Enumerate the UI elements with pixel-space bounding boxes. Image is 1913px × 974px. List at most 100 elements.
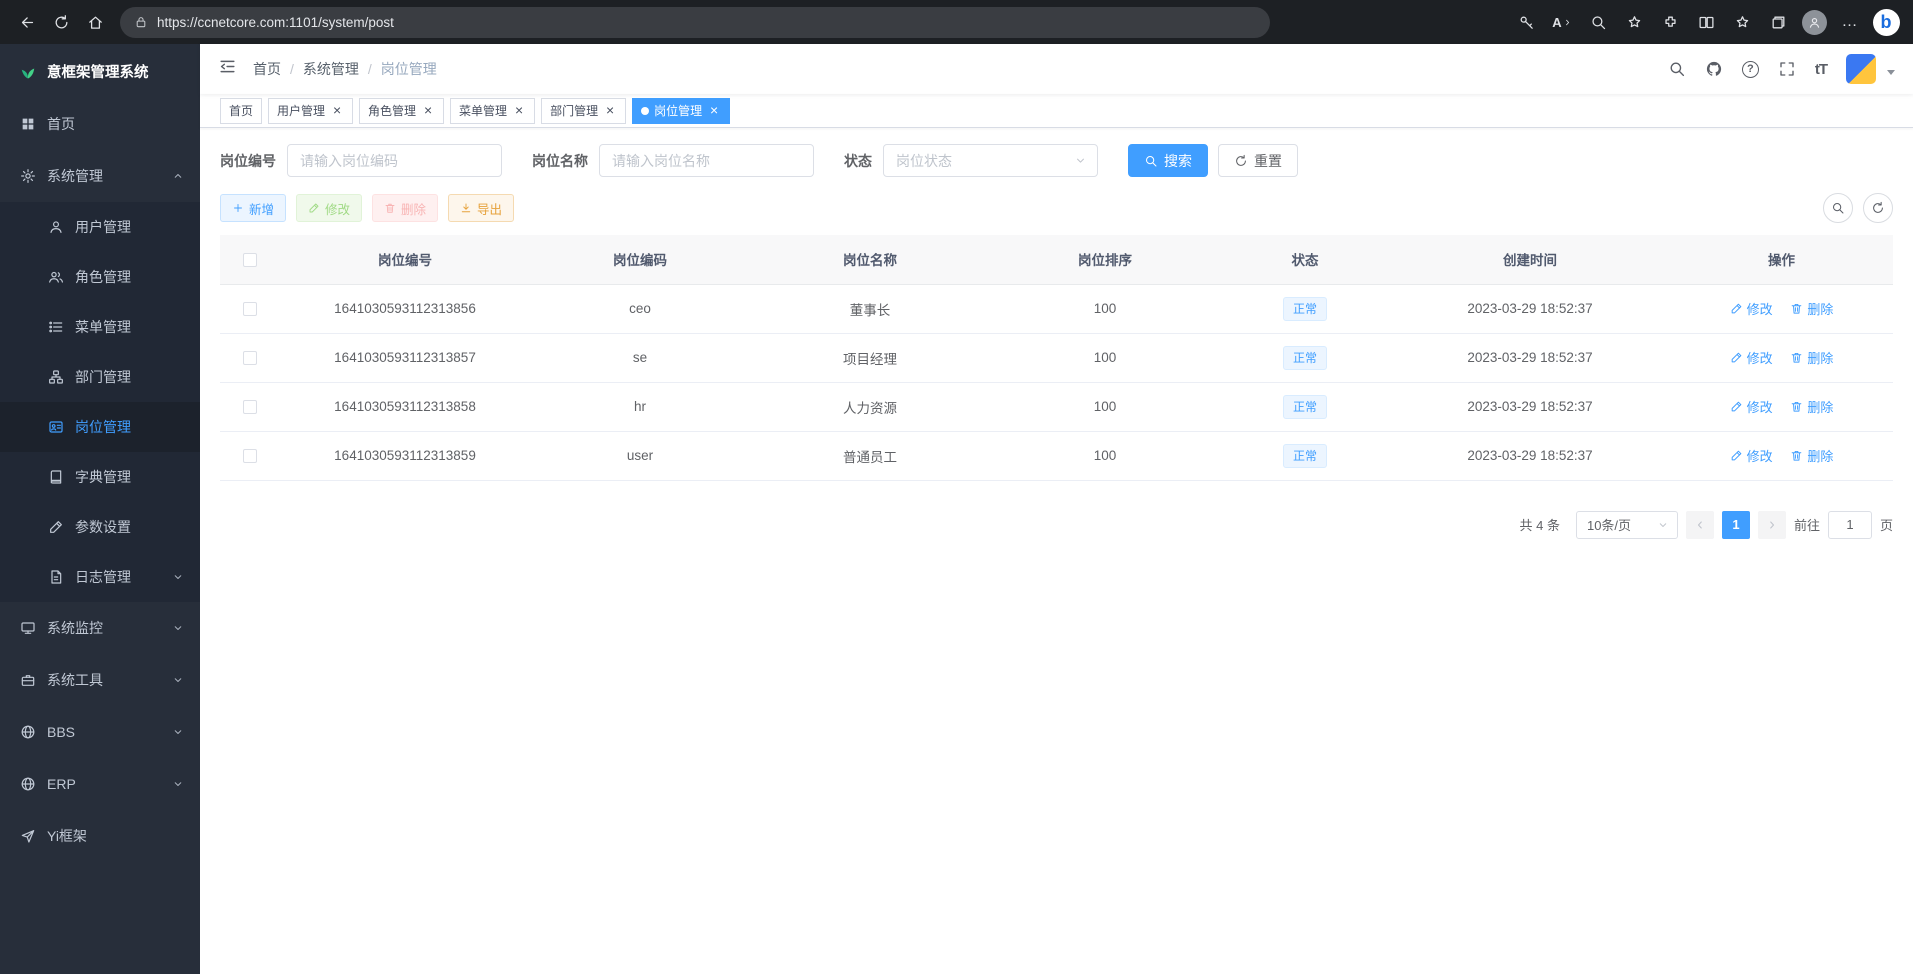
show-search-toggle-button[interactable] [1823,193,1853,223]
row-edit-button[interactable]: 修改 [1730,299,1773,318]
plus-icon [232,202,244,214]
sidebar-item-erp[interactable]: ERP [0,758,200,810]
tab-post-mgmt[interactable]: 岗位管理 × [632,98,730,124]
sidebar-item-menu-mgmt[interactable]: 菜单管理 [0,302,200,352]
reset-button[interactable]: 重置 [1218,144,1298,177]
chevron-left-icon [1694,519,1706,531]
status-badge: 正常 [1283,346,1327,370]
goto-unit-label: 页 [1880,515,1893,534]
sidebar-item-dict-mgmt[interactable]: 字典管理 [0,452,200,502]
browser-home-button[interactable] [78,6,112,38]
globe-icon [20,724,36,740]
sidebar-item-role-mgmt[interactable]: 角色管理 [0,252,200,302]
actions-cell: 修改 删除 [1670,431,1893,480]
close-icon[interactable]: × [512,104,526,118]
row-edit-button[interactable]: 修改 [1730,446,1773,465]
goto-page-input[interactable] [1828,511,1872,539]
close-icon[interactable]: × [603,104,617,118]
sidebar-item-yi-framework[interactable]: Yi框架 [0,810,200,862]
tab-menu-mgmt[interactable]: 菜单管理 × [450,98,535,124]
app-logo[interactable]: 意框架管理系统 [0,44,200,98]
password-manager-button[interactable] [1509,6,1543,38]
back-button[interactable] [10,6,44,38]
select-all-checkbox[interactable] [243,253,257,267]
page-size-select[interactable]: 10条/页 [1576,511,1678,539]
tab-role-mgmt[interactable]: 角色管理 × [359,98,444,124]
edit-button[interactable]: 修改 [296,194,362,222]
split-screen-button[interactable] [1689,6,1723,38]
sidebar-fold-button[interactable] [218,57,237,81]
row-checkbox[interactable] [243,449,257,463]
close-icon[interactable]: × [707,104,721,118]
header-search-button[interactable] [1668,60,1686,78]
row-delete-button[interactable]: 删除 [1790,446,1833,465]
post-code-input[interactable] [287,144,502,177]
add-favorite-button[interactable] [1617,6,1651,38]
zoom-button[interactable] [1581,6,1615,38]
select-all-header [220,235,280,284]
row-edit-button[interactable]: 修改 [1730,348,1773,367]
browser-profile-button[interactable] [1797,6,1831,38]
sidebar-item-dept-mgmt[interactable]: 部门管理 [0,352,200,402]
row-checkbox[interactable] [243,302,257,316]
sidebar-item-monitor[interactable]: 系统监控 [0,602,200,654]
refresh-table-button[interactable] [1863,193,1893,223]
row-edit-button[interactable]: 修改 [1730,397,1773,416]
tab-dept-mgmt[interactable]: 部门管理 × [541,98,626,124]
tab-user-mgmt[interactable]: 用户管理 × [268,98,353,124]
breadcrumb-separator: / [290,61,294,77]
sidebar-item-home[interactable]: 首页 [0,98,200,150]
row-delete-button[interactable]: 删除 [1790,299,1833,318]
help-button[interactable]: ? [1742,61,1759,78]
sidebar-item-log-mgmt[interactable]: 日志管理 [0,552,200,602]
sidebar-item-post-mgmt[interactable]: 岗位管理 [0,402,200,452]
export-button[interactable]: 导出 [448,194,514,222]
next-page-button[interactable] [1758,511,1786,539]
post-code-cell: se [530,333,750,382]
delete-button[interactable]: 删除 [372,194,438,222]
sidebar-item-erp-label: ERP [47,776,76,792]
sidebar-item-tools[interactable]: 系统工具 [0,654,200,706]
close-icon[interactable]: × [330,104,344,118]
sidebar-item-bbs[interactable]: BBS [0,706,200,758]
user-avatar-button[interactable] [1846,54,1876,84]
row-checkbox[interactable] [243,400,257,414]
sidebar-item-monitor-label: 系统监控 [47,618,103,638]
github-link[interactable] [1705,60,1723,78]
site-info-lock-icon[interactable] [134,15,148,29]
page-number-button[interactable]: 1 [1722,511,1750,539]
browser-menu-button[interactable]: … [1833,6,1867,38]
sidebar-item-user-mgmt[interactable]: 用户管理 [0,202,200,252]
caret-down-icon[interactable] [1887,70,1895,75]
browser-refresh-button[interactable] [44,6,78,38]
post-id-cell: 1641030593112313857 [280,333,530,382]
search-button[interactable]: 搜索 [1128,144,1208,177]
read-aloud-button[interactable]: A [1545,6,1579,38]
post-name-input[interactable] [599,144,814,177]
breadcrumb-home[interactable]: 首页 [253,59,281,79]
reload-icon [53,14,70,31]
chevron-down-icon [1657,519,1669,531]
add-button[interactable]: 新增 [220,194,286,222]
sidebar-item-system[interactable]: 系统管理 [0,150,200,202]
breadcrumb-system[interactable]: 系统管理 [303,59,359,79]
row-delete-button[interactable]: 删除 [1790,397,1833,416]
sidebar-item-param-settings[interactable]: 参数设置 [0,502,200,552]
fullscreen-button[interactable] [1778,60,1796,78]
font-size-button[interactable]: tT [1815,61,1827,78]
font-size-icon: tT [1815,61,1827,78]
status-select[interactable]: 岗位状态 [883,144,1098,177]
tab-home[interactable]: 首页 [220,98,262,124]
person-icon [1807,15,1822,30]
row-checkbox[interactable] [243,351,257,365]
close-icon[interactable]: × [421,104,435,118]
extensions-button[interactable] [1653,6,1687,38]
row-delete-button[interactable]: 删除 [1790,348,1833,367]
favorites-button[interactable] [1725,6,1759,38]
bing-copilot-button[interactable]: b [1869,6,1903,38]
collections-button[interactable] [1761,6,1795,38]
prev-page-button[interactable] [1686,511,1714,539]
table-header-row: 岗位编号 岗位编码 岗位名称 岗位排序 状态 创建时间 操作 [220,235,1893,284]
export-button-label: 导出 [477,199,502,218]
address-bar[interactable]: https://ccnetcore.com:1101/system/post [120,7,1270,38]
